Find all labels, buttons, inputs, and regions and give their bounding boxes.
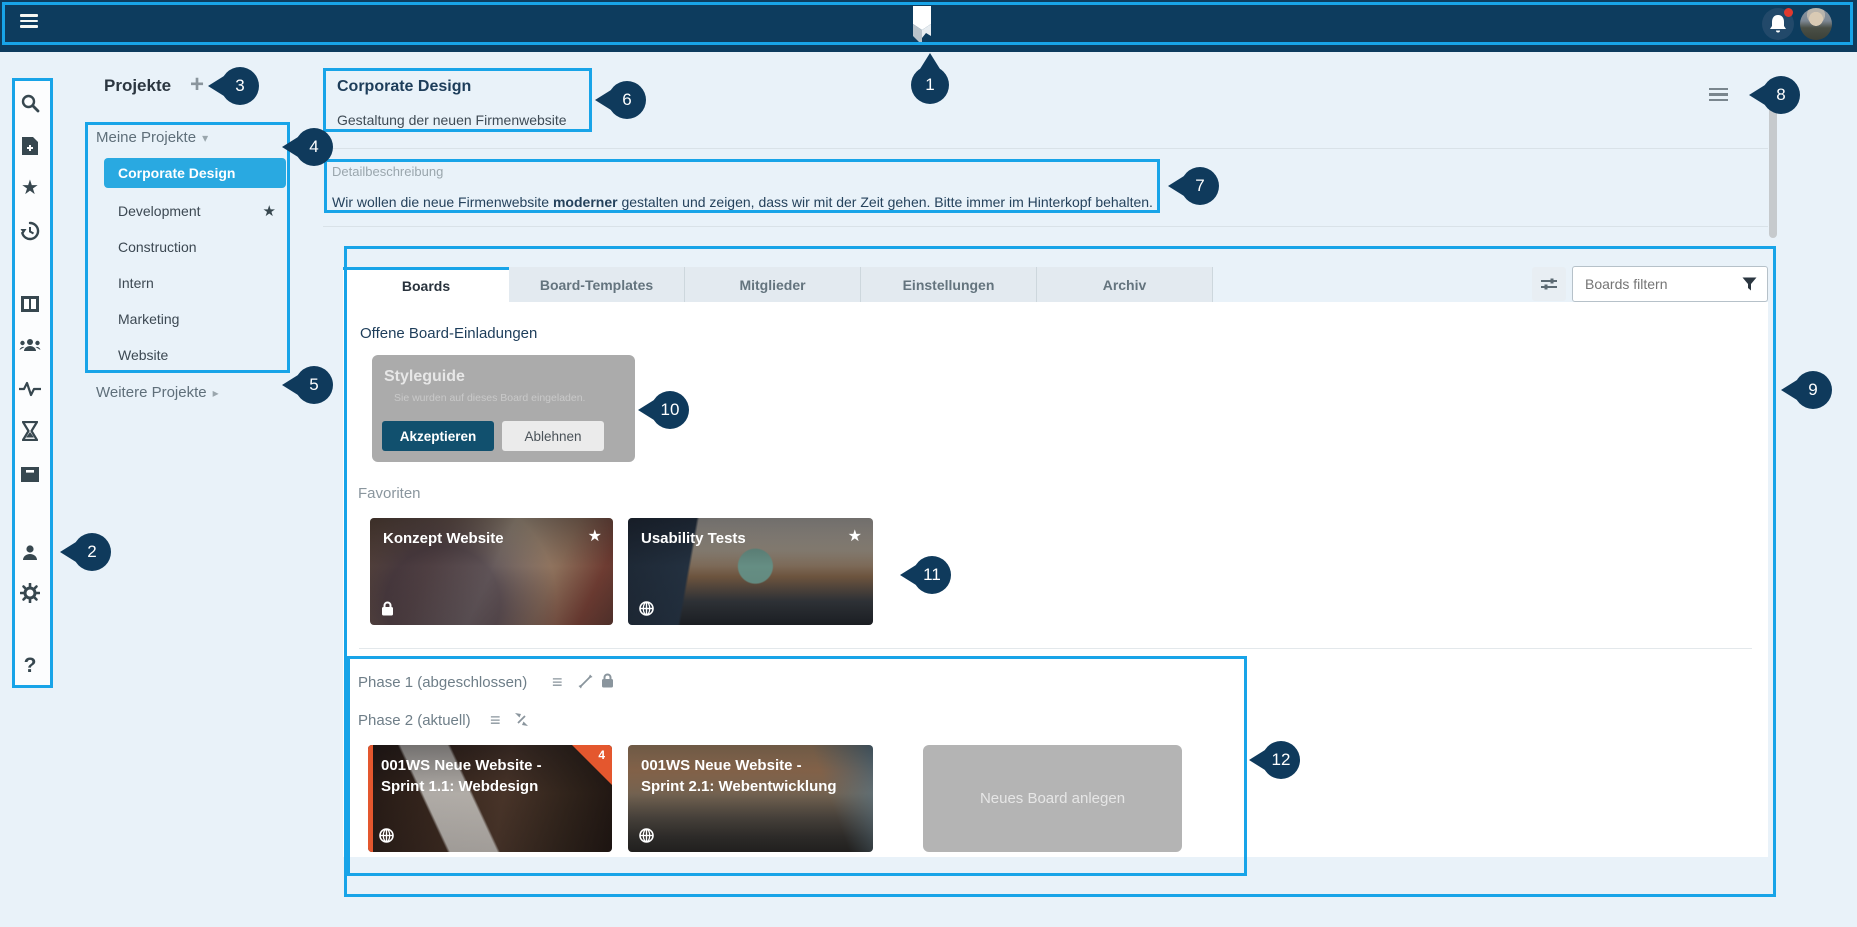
globe-icon xyxy=(379,828,394,843)
description-label: Detailbeschreibung xyxy=(332,164,443,179)
globe-icon xyxy=(639,828,654,843)
count-badge xyxy=(572,745,612,785)
annotation-pin-4: 4 xyxy=(295,128,333,166)
sidebar-item-construction[interactable]: Construction xyxy=(104,233,286,261)
gear-icon[interactable] xyxy=(18,581,42,605)
accept-invitation-button[interactable]: Akzeptieren xyxy=(382,421,494,451)
board-invitation-card: Styleguide Sie wurden auf dieses Board e… xyxy=(372,355,635,462)
annotation-pin-5: 5 xyxy=(295,366,333,404)
activity-icon[interactable] xyxy=(18,377,42,401)
star-icon[interactable]: ★ xyxy=(18,176,42,200)
annotation-pin-6: 6 xyxy=(608,81,646,119)
add-project-button[interactable]: + xyxy=(190,71,204,99)
notifications-button[interactable] xyxy=(1762,8,1794,40)
board-card-sprint-1-1[interactable]: 001WS Neue Website - Sprint 1.1: Webdesi… xyxy=(368,745,612,852)
board-card-sprint-2-1[interactable]: 001WS Neue Website - Sprint 2.1: Webentw… xyxy=(628,745,873,852)
columns-board-icon[interactable] xyxy=(18,292,42,316)
invitation-subtitle: Sie wurden auf dieses Board eingeladen. xyxy=(394,392,585,404)
annotation-pin-1: 1 xyxy=(911,66,949,104)
annotation-pin-9: 9 xyxy=(1794,371,1832,409)
annotation-pin-8: 8 xyxy=(1762,76,1800,114)
board-card-title: Konzept Website xyxy=(383,528,583,549)
page-subtitle: Gestaltung der neuen Firmenwebsite xyxy=(337,112,567,128)
globe-icon xyxy=(639,601,654,616)
help-icon[interactable]: ? xyxy=(18,653,42,677)
annotation-pin-7: 7 xyxy=(1181,167,1219,205)
decline-invitation-button[interactable]: Ablehnen xyxy=(502,421,604,451)
board-card-title: Usability Tests xyxy=(641,528,843,549)
project-options-menu-icon[interactable] xyxy=(1709,88,1728,101)
divider xyxy=(323,148,1768,149)
sidebar-item-website[interactable]: Website xyxy=(104,341,286,369)
note-add-icon[interactable] xyxy=(18,134,42,158)
main-menu-icon[interactable] xyxy=(20,14,38,28)
board-card-konzept-website[interactable]: Konzept Website ★ xyxy=(370,518,613,625)
funnel-filter-icon[interactable] xyxy=(1742,277,1757,291)
sidebar-item-corporate-design[interactable]: Corporate Design xyxy=(104,158,286,188)
color-stripe xyxy=(368,745,373,852)
favorite-star-icon: ★ xyxy=(263,202,276,220)
app-logo-icon[interactable] xyxy=(908,5,934,47)
phase-menu-icon[interactable]: ≡ xyxy=(490,711,501,729)
sliders-icon xyxy=(1541,277,1557,291)
favorite-star-icon[interactable]: ★ xyxy=(588,526,602,546)
tab-board-templates[interactable]: Board-Templates xyxy=(509,267,685,302)
lock-icon xyxy=(601,673,614,688)
lock-icon xyxy=(381,601,394,616)
divider xyxy=(359,648,1752,649)
hourglass-icon[interactable] xyxy=(18,419,42,443)
collapse-icon[interactable] xyxy=(514,712,529,727)
create-board-button[interactable]: Neues Board anlegen xyxy=(923,745,1182,852)
page-title: Corporate Design xyxy=(337,78,471,96)
sidebar-item-development[interactable]: Development ★ xyxy=(104,197,286,225)
sidebar-item-marketing[interactable]: Marketing xyxy=(104,305,286,333)
search-icon[interactable] xyxy=(18,91,42,115)
archive-icon[interactable] xyxy=(18,462,42,486)
favorite-star-icon[interactable]: ★ xyxy=(848,526,862,546)
chevron-down-icon: ▾ xyxy=(202,131,208,145)
description-text[interactable]: Wir wollen die neue Firmenwebsite modern… xyxy=(332,194,1153,210)
tab-einstellungen[interactable]: Einstellungen xyxy=(861,267,1037,302)
phase-1-label: Phase 1 (abgeschlossen) xyxy=(358,674,527,691)
user-avatar[interactable] xyxy=(1800,8,1832,40)
tab-boards[interactable]: Boards xyxy=(343,267,509,302)
person-icon[interactable] xyxy=(18,541,42,565)
tab-mitglieder[interactable]: Mitglieder xyxy=(685,267,861,302)
history-icon[interactable] xyxy=(18,219,42,243)
bell-icon xyxy=(1768,13,1788,35)
expand-icon[interactable] xyxy=(578,674,593,689)
tab-archiv[interactable]: Archiv xyxy=(1037,267,1213,302)
board-card-usability-tests[interactable]: Usability Tests ★ xyxy=(628,518,873,625)
project-group-weitere-projekte[interactable]: Weitere Projekte▸ xyxy=(96,384,219,401)
users-icon[interactable] xyxy=(18,334,42,358)
annotation-pin-2: 2 xyxy=(73,533,111,571)
section-title-favorites: Favoriten xyxy=(358,485,421,502)
annotation-pin-10: 10 xyxy=(651,391,689,429)
divider xyxy=(323,226,1768,227)
phase-2-label: Phase 2 (aktuell) xyxy=(358,712,471,729)
section-title-invitations: Offene Board-Einladungen xyxy=(360,325,537,342)
board-card-title: 001WS Neue Website - Sprint 1.1: Webdesi… xyxy=(381,755,572,797)
annotation-pin-11: 11 xyxy=(913,556,951,594)
chevron-right-icon: ▸ xyxy=(213,386,219,400)
filter-options-button[interactable] xyxy=(1532,267,1566,301)
boards-filter-input[interactable] xyxy=(1572,266,1768,302)
notification-badge xyxy=(1784,8,1793,17)
board-card-title: 001WS Neue Website - Sprint 2.1: Webentw… xyxy=(641,755,843,797)
phase-menu-icon[interactable]: ≡ xyxy=(552,673,563,691)
project-group-meine-projekte[interactable]: Meine Projekte▾ xyxy=(96,129,208,146)
sidebar-item-intern[interactable]: Intern xyxy=(104,269,286,297)
projects-panel-title: Projekte xyxy=(104,76,171,96)
invitation-board-title: Styleguide xyxy=(384,368,465,386)
annotation-pin-12: 12 xyxy=(1262,741,1300,779)
annotation-pin-3: 3 xyxy=(221,67,259,105)
